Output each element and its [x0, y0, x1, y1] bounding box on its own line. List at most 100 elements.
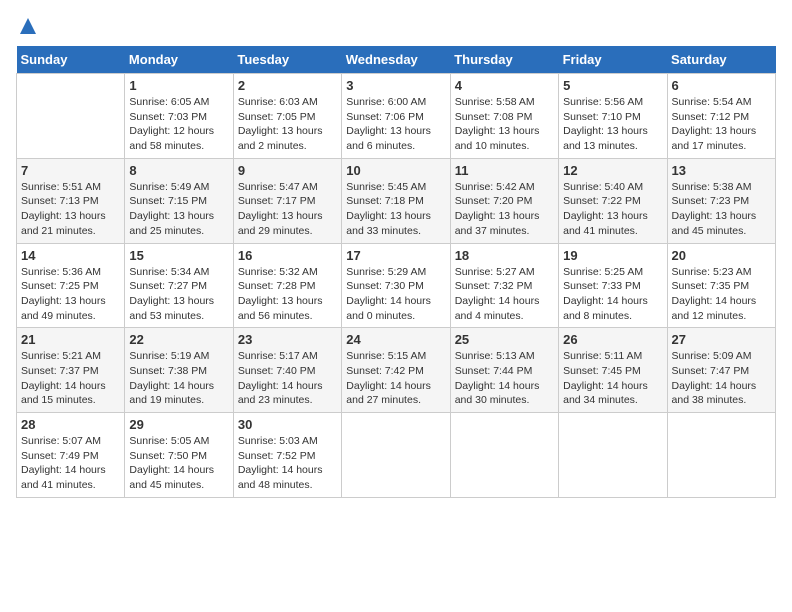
- logo-icon: [18, 16, 38, 36]
- day-info: Sunrise: 5:34 AMSunset: 7:27 PMDaylight:…: [129, 265, 228, 324]
- calendar-cell: 27 Sunrise: 5:09 AMSunset: 7:47 PMDayligh…: [667, 328, 775, 413]
- day-number: 2: [238, 78, 337, 93]
- calendar-cell: 16 Sunrise: 5:32 AMSunset: 7:28 PMDayligh…: [233, 243, 341, 328]
- header-cell-tuesday: Tuesday: [233, 46, 341, 74]
- header-cell-sunday: Sunday: [17, 46, 125, 74]
- calendar-cell: 20 Sunrise: 5:23 AMSunset: 7:35 PMDayligh…: [667, 243, 775, 328]
- day-number: 20: [672, 248, 771, 263]
- day-number: 27: [672, 332, 771, 347]
- day-number: 4: [455, 78, 554, 93]
- calendar-cell: 15 Sunrise: 5:34 AMSunset: 7:27 PMDayligh…: [125, 243, 233, 328]
- day-number: 3: [346, 78, 445, 93]
- day-number: 12: [563, 163, 662, 178]
- day-info: Sunrise: 5:21 AMSunset: 7:37 PMDaylight:…: [21, 349, 120, 408]
- calendar-cell: [559, 413, 667, 498]
- calendar-cell: 23Sunrise: 5:17 AMSunset: 7:40 PMDayligh…: [233, 328, 341, 413]
- logo: [16, 16, 38, 36]
- week-row-2: 7 Sunrise: 5:51 AMSunset: 7:13 PMDaylight…: [17, 158, 776, 243]
- day-info: Sunrise: 5:05 AMSunset: 7:50 PMDaylight:…: [129, 434, 228, 493]
- calendar-cell: 11Sunrise: 5:42 AMSunset: 7:20 PMDayligh…: [450, 158, 558, 243]
- page-header: [16, 16, 776, 36]
- day-number: 18: [455, 248, 554, 263]
- day-number: 8: [129, 163, 228, 178]
- day-info: Sunrise: 5:27 AMSunset: 7:32 PMDaylight:…: [455, 265, 554, 324]
- day-number: 26: [563, 332, 662, 347]
- day-number: 9: [238, 163, 337, 178]
- day-number: 6: [672, 78, 771, 93]
- day-info: Sunrise: 5:47 AMSunset: 7:17 PMDaylight:…: [238, 180, 337, 239]
- calendar-cell: 13 Sunrise: 5:38 AMSunset: 7:23 PMDayligh…: [667, 158, 775, 243]
- day-number: 17: [346, 248, 445, 263]
- calendar-cell: 2 Sunrise: 6:03 AMSunset: 7:05 PMDaylight…: [233, 74, 341, 159]
- day-number: 28: [21, 417, 120, 432]
- day-number: 23: [238, 332, 337, 347]
- day-number: 22: [129, 332, 228, 347]
- header-cell-saturday: Saturday: [667, 46, 775, 74]
- day-info: Sunrise: 5:58 AMSunset: 7:08 PMDaylight:…: [455, 95, 554, 154]
- day-number: 19: [563, 248, 662, 263]
- day-info: Sunrise: 5:49 AMSunset: 7:15 PMDaylight:…: [129, 180, 228, 239]
- day-number: 1: [129, 78, 228, 93]
- week-row-1: 1Sunrise: 6:05 AMSunset: 7:03 PMDaylight…: [17, 74, 776, 159]
- day-number: 25: [455, 332, 554, 347]
- day-info: Sunrise: 5:32 AMSunset: 7:28 PMDaylight:…: [238, 265, 337, 324]
- day-number: 14: [21, 248, 120, 263]
- day-info: Sunrise: 5:23 AMSunset: 7:35 PMDaylight:…: [672, 265, 771, 324]
- day-number: 13: [672, 163, 771, 178]
- day-number: 7: [21, 163, 120, 178]
- calendar-cell: 25 Sunrise: 5:13 AMSunset: 7:44 PMDayligh…: [450, 328, 558, 413]
- calendar-cell: 21Sunrise: 5:21 AMSunset: 7:37 PMDayligh…: [17, 328, 125, 413]
- day-info: Sunrise: 5:19 AMSunset: 7:38 PMDaylight:…: [129, 349, 228, 408]
- header-cell-monday: Monday: [125, 46, 233, 74]
- calendar-cell: 10Sunrise: 5:45 AMSunset: 7:18 PMDayligh…: [342, 158, 450, 243]
- day-info: Sunrise: 5:25 AMSunset: 7:33 PMDaylight:…: [563, 265, 662, 324]
- header-cell-wednesday: Wednesday: [342, 46, 450, 74]
- calendar-cell: 12 Sunrise: 5:40 AMSunset: 7:22 PMDayligh…: [559, 158, 667, 243]
- week-row-5: 28 Sunrise: 5:07 AMSunset: 7:49 PMDayligh…: [17, 413, 776, 498]
- day-info: Sunrise: 5:56 AMSunset: 7:10 PMDaylight:…: [563, 95, 662, 154]
- day-number: 16: [238, 248, 337, 263]
- day-info: Sunrise: 5:03 AMSunset: 7:52 PMDaylight:…: [238, 434, 337, 493]
- calendar-cell: 14 Sunrise: 5:36 AMSunset: 7:25 PMDayligh…: [17, 243, 125, 328]
- day-number: 11: [455, 163, 554, 178]
- calendar-cell: 26 Sunrise: 5:11 AMSunset: 7:45 PMDayligh…: [559, 328, 667, 413]
- calendar-cell: 29 Sunrise: 5:05 AMSunset: 7:50 PMDayligh…: [125, 413, 233, 498]
- calendar-cell: 19 Sunrise: 5:25 AMSunset: 7:33 PMDayligh…: [559, 243, 667, 328]
- day-info: Sunrise: 5:07 AMSunset: 7:49 PMDaylight:…: [21, 434, 120, 493]
- header-row: SundayMondayTuesdayWednesdayThursdayFrid…: [17, 46, 776, 74]
- day-number: 5: [563, 78, 662, 93]
- day-number: 24: [346, 332, 445, 347]
- calendar-cell: [450, 413, 558, 498]
- day-info: Sunrise: 6:00 AMSunset: 7:06 PMDaylight:…: [346, 95, 445, 154]
- calendar-cell: 4 Sunrise: 5:58 AMSunset: 7:08 PMDaylight…: [450, 74, 558, 159]
- calendar-cell: 30 Sunrise: 5:03 AMSunset: 7:52 PMDayligh…: [233, 413, 341, 498]
- day-info: Sunrise: 5:38 AMSunset: 7:23 PMDaylight:…: [672, 180, 771, 239]
- day-info: Sunrise: 5:13 AMSunset: 7:44 PMDaylight:…: [455, 349, 554, 408]
- calendar-cell: 6Sunrise: 5:54 AMSunset: 7:12 PMDaylight…: [667, 74, 775, 159]
- day-info: Sunrise: 5:51 AMSunset: 7:13 PMDaylight:…: [21, 180, 120, 239]
- day-info: Sunrise: 5:40 AMSunset: 7:22 PMDaylight:…: [563, 180, 662, 239]
- day-number: 30: [238, 417, 337, 432]
- day-info: Sunrise: 5:36 AMSunset: 7:25 PMDaylight:…: [21, 265, 120, 324]
- calendar-cell: [17, 74, 125, 159]
- calendar-cell: [342, 413, 450, 498]
- calendar-cell: 3 Sunrise: 6:00 AMSunset: 7:06 PMDaylight…: [342, 74, 450, 159]
- calendar-cell: 18 Sunrise: 5:27 AMSunset: 7:32 PMDayligh…: [450, 243, 558, 328]
- calendar-cell: 1Sunrise: 6:05 AMSunset: 7:03 PMDaylight…: [125, 74, 233, 159]
- day-info: Sunrise: 5:15 AMSunset: 7:42 PMDaylight:…: [346, 349, 445, 408]
- day-info: Sunrise: 5:29 AMSunset: 7:30 PMDaylight:…: [346, 265, 445, 324]
- day-number: 15: [129, 248, 228, 263]
- calendar-cell: [667, 413, 775, 498]
- week-row-4: 21Sunrise: 5:21 AMSunset: 7:37 PMDayligh…: [17, 328, 776, 413]
- calendar-cell: 24 Sunrise: 5:15 AMSunset: 7:42 PMDayligh…: [342, 328, 450, 413]
- day-info: Sunrise: 6:03 AMSunset: 7:05 PMDaylight:…: [238, 95, 337, 154]
- header-cell-thursday: Thursday: [450, 46, 558, 74]
- day-info: Sunrise: 5:09 AMSunset: 7:47 PMDaylight:…: [672, 349, 771, 408]
- day-info: Sunrise: 5:11 AMSunset: 7:45 PMDaylight:…: [563, 349, 662, 408]
- day-info: Sunrise: 5:45 AMSunset: 7:18 PMDaylight:…: [346, 180, 445, 239]
- day-number: 29: [129, 417, 228, 432]
- calendar-cell: 8 Sunrise: 5:49 AMSunset: 7:15 PMDaylight…: [125, 158, 233, 243]
- header-cell-friday: Friday: [559, 46, 667, 74]
- calendar-cell: 5 Sunrise: 5:56 AMSunset: 7:10 PMDaylight…: [559, 74, 667, 159]
- calendar-cell: 9 Sunrise: 5:47 AMSunset: 7:17 PMDaylight…: [233, 158, 341, 243]
